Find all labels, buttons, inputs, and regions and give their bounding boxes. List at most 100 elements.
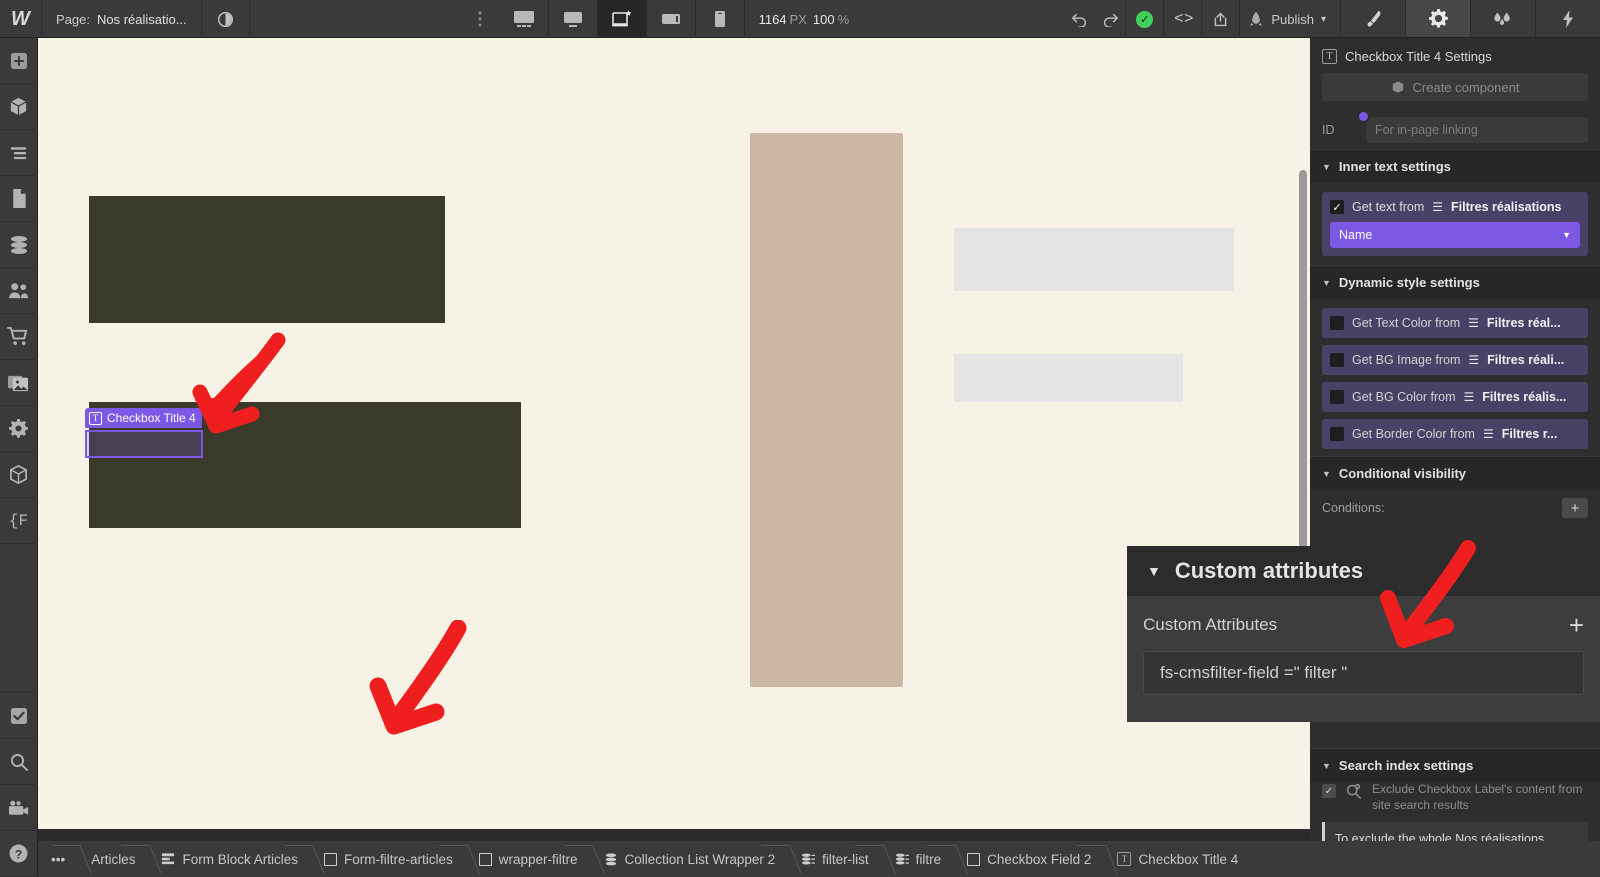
binding-source: Filtres réalisations — [1451, 200, 1562, 214]
breadcrumb-item-collection-list-wrapper-2[interactable]: Collection List Wrapper 2 — [591, 841, 789, 877]
sidebar-item-add-panel[interactable] — [0, 38, 38, 84]
canvas-size-display[interactable]: 1164 PX 100 % — [745, 0, 870, 38]
checkbox-checked-icon[interactable]: ✓ — [1322, 784, 1336, 798]
section-search-index-settings[interactable]: ▼ Search index settings — [1310, 748, 1600, 782]
breadcrumb-item-form-block-articles[interactable]: Form Block Articles — [148, 841, 311, 877]
crumb-label: Checkbox Title 4 — [1138, 851, 1239, 867]
section-conditional-visibility[interactable]: ▼ Conditional visibility — [1310, 456, 1600, 490]
breadcrumb-item-checkbox-field-2[interactable]: Checkbox Field 2 — [954, 841, 1104, 877]
selected-element-label: Checkbox Title 4 — [107, 411, 196, 425]
breadcrumb-overflow[interactable]: ••• — [38, 841, 78, 877]
breadcrumb-item-wrapper-filtre[interactable]: wrapper-filtre — [466, 841, 591, 877]
sidebar-item-assets[interactable] — [0, 360, 38, 406]
sidebar-item-settings[interactable] — [0, 406, 38, 452]
element-id-input[interactable]: For in-page linking — [1357, 110, 1588, 143]
sidebar-item-search[interactable] — [0, 739, 38, 785]
search-icon — [10, 753, 28, 771]
section-title: Search index settings — [1338, 758, 1474, 773]
caret-down-icon: ▼ — [1322, 468, 1331, 479]
row-label: Get Border Color from — [1352, 427, 1475, 441]
page-label: Page: — [56, 11, 90, 27]
saved-check-icon: ✓ — [1136, 10, 1154, 28]
caret-down-icon: ▼ — [1322, 760, 1331, 771]
share-button[interactable] — [1202, 0, 1241, 38]
mobile-portrait-icon — [714, 11, 725, 27]
checkbox-unchecked-icon[interactable] — [1330, 427, 1344, 441]
redo-icon[interactable] — [1101, 11, 1119, 27]
sidebar-item-cms[interactable] — [0, 222, 38, 268]
checkbox-icon — [10, 707, 27, 724]
row-label: Get BG Color from — [1352, 390, 1456, 404]
design-canvas[interactable]: Gemeos Services ▾ Réalisations Tarifs Re… — [38, 38, 1310, 829]
code-export-button[interactable]: < > — [1164, 0, 1203, 38]
breakpoint-desktop[interactable] — [549, 0, 598, 38]
page-name-value: Nos réalisatio... — [96, 11, 187, 27]
sidebar-item-help[interactable]: ? — [0, 831, 38, 877]
project-thumbnail[interactable] — [38, 38, 1310, 829]
section-inner-text-settings[interactable]: ▼ Inner text settings — [1310, 149, 1600, 183]
inner-text-field-select[interactable]: Name ▼ — [1330, 222, 1580, 248]
crumb-label: Collection List Wrapper 2 — [624, 851, 776, 867]
dynamic-bg-color-row[interactable]: Get BG Color from ☰ Filtres réalis... — [1322, 382, 1588, 412]
tab-interactions-panel[interactable] — [1470, 0, 1535, 37]
sidebar-item-components[interactable] — [0, 84, 38, 130]
breadcrumb-item-form-filtre-articles[interactable]: Form-filtre-articles — [311, 841, 466, 877]
publish-button[interactable]: Publish ▾ — [1240, 0, 1340, 38]
breadcrumb-item-filtre[interactable]: filtre — [882, 841, 955, 877]
crumb-label: Form-filtre-articles — [343, 851, 453, 867]
sidebar-item-audit[interactable] — [0, 693, 38, 739]
section-dynamic-style-settings[interactable]: ▼ Dynamic style settings — [1310, 265, 1600, 299]
text-element-icon: T — [1117, 852, 1132, 866]
sidebar-item-users[interactable] — [0, 268, 38, 314]
sidebar-item-video[interactable] — [0, 785, 38, 831]
custom-attributes-header[interactable]: ▼ Custom attributes — [1127, 546, 1600, 596]
sidebar-item-variables[interactable]: {F — [0, 498, 38, 544]
crumb-label: wrapper-filtre — [498, 851, 578, 867]
custom-attribute-item[interactable]: fs-cmsfilter-field =" filter " — [1143, 651, 1584, 695]
breakpoint-desktop-large[interactable] — [500, 0, 549, 38]
exclude-from-search-row[interactable]: ✓ Exclude Checkbox Label's content from … — [1322, 782, 1588, 813]
undo-icon[interactable] — [1071, 11, 1089, 27]
caret-down-icon: ▼ — [1147, 563, 1161, 579]
create-component-button[interactable]: Create component — [1322, 73, 1588, 101]
breakpoint-mobile-portrait[interactable] — [696, 0, 745, 38]
checkbox-unchecked-icon[interactable] — [1330, 316, 1344, 330]
page-selector[interactable]: Page: Nos réalisatio... — [42, 0, 202, 38]
get-text-from-row[interactable]: ✓ Get text from ☰ Filtres réalisations — [1330, 200, 1580, 214]
breadcrumb-item-checkbox-title-4[interactable]: T Checkbox Title 4 — [1104, 841, 1251, 877]
inner-text-binding: ✓ Get text from ☰ Filtres réalisations N… — [1322, 192, 1588, 256]
preview-toggle[interactable] — [202, 0, 250, 38]
lightning-bolt-icon — [1563, 9, 1573, 28]
webflow-logo[interactable]: W — [0, 0, 42, 38]
text-element-icon: T — [89, 411, 102, 425]
create-component-label: Create component — [1412, 79, 1520, 95]
sidebar-item-apps[interactable] — [0, 452, 38, 498]
checkbox-unchecked-icon[interactable] — [1330, 353, 1344, 367]
tab-effects-panel[interactable] — [1535, 0, 1600, 37]
sidebar-item-navigator[interactable] — [0, 130, 38, 176]
breadcrumb-item-filter-list[interactable]: filter-list — [788, 841, 882, 877]
tab-settings-panel[interactable] — [1405, 0, 1470, 37]
checkbox-unchecked-icon[interactable] — [1330, 390, 1344, 404]
save-status[interactable]: ✓ — [1126, 0, 1165, 38]
sidebar-item-pages[interactable] — [0, 176, 38, 222]
breakpoint-mobile-landscape[interactable] — [647, 0, 696, 38]
binding-dot-icon[interactable] — [1357, 110, 1370, 123]
selected-element-badge[interactable]: T Checkbox Title 4 — [85, 408, 202, 428]
canvas-scrollbar[interactable] — [1299, 170, 1307, 550]
breakpoint-tablet[interactable] — [597, 0, 647, 38]
dynamic-text-color-row[interactable]: Get Text Color from ☰ Filtres réal... — [1322, 308, 1588, 338]
dynamic-border-color-row[interactable]: Get Border Color from ☰ Filtres r... — [1322, 419, 1588, 449]
more-options-button[interactable] — [460, 0, 500, 38]
dynamic-bg-image-row[interactable]: Get BG Image from ☰ Filtres réali... — [1322, 345, 1588, 375]
add-attribute-button[interactable]: + — [1569, 612, 1584, 638]
website-preview[interactable]: Gemeos Services ▾ Réalisations Tarifs Re… — [38, 38, 1310, 829]
tab-style-panel[interactable] — [1340, 0, 1405, 37]
database-icon: ☰ — [1482, 427, 1494, 441]
sidebar-item-ecommerce[interactable] — [0, 314, 38, 360]
text-element-icon: T — [1322, 49, 1337, 64]
breadcrumb-item-articles[interactable]: Articles — [78, 841, 148, 877]
caret-down-icon: ▼ — [1322, 277, 1331, 288]
checkbox-checked-icon[interactable]: ✓ — [1330, 200, 1344, 214]
add-condition-button[interactable]: + — [1562, 498, 1588, 518]
